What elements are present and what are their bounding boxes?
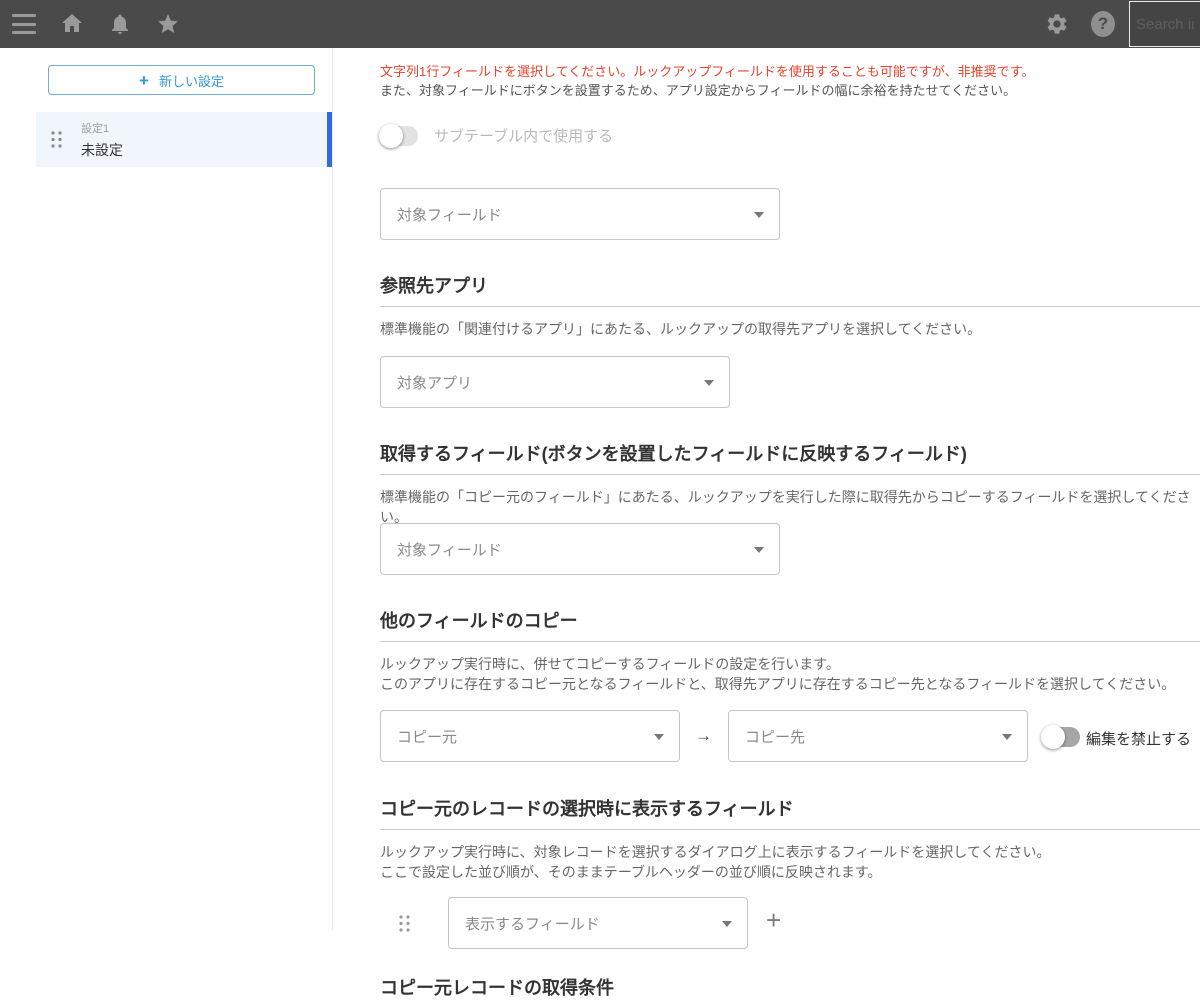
- star-icon[interactable]: [156, 12, 180, 36]
- get-field-placeholder: 対象フィールド: [397, 539, 502, 560]
- copy-mapping-row: コピー元 → コピー先 編集を禁止する: [380, 710, 1200, 762]
- copy-from-dropdown[interactable]: コピー元: [380, 710, 680, 762]
- chevron-down-icon: [754, 547, 764, 553]
- note-text: また、対象フィールドにボタンを設置するため、アプリ設定からフィールドの幅に余裕を…: [380, 81, 1200, 100]
- display-field-dropdown[interactable]: 表示するフィールド: [448, 897, 748, 949]
- section-title-display-fields: コピー元のレコードの選択時に表示するフィールド: [380, 798, 1200, 830]
- display-fields-desc-line2: ここで設定した並び順が、そのままテーブルヘッダーの並び順に反映されます。: [380, 864, 881, 880]
- target-field-dropdown[interactable]: 対象フィールド: [380, 188, 780, 240]
- copy-to-placeholder: コピー先: [745, 726, 805, 747]
- topbar-right-group: ?: [1045, 0, 1200, 48]
- section-title-fetch-condition: コピー元レコードの取得条件: [380, 977, 1200, 1000]
- target-field-placeholder: 対象フィールド: [397, 204, 502, 225]
- subtable-toggle-row: サブテーブル内で使用する: [380, 125, 613, 146]
- copy-others-desc-line2: このアプリに存在するコピー元となるフィールドと、取得先アプリに存在するコピー先と…: [380, 676, 1175, 692]
- get-field-dropdown[interactable]: 対象フィールド: [380, 523, 780, 575]
- bell-icon[interactable]: [108, 12, 132, 36]
- sidebar-divider: [332, 48, 333, 930]
- drag-handle-icon[interactable]: [50, 130, 63, 149]
- prohibit-edit-label: 編集を禁止する: [1086, 728, 1191, 749]
- ref-app-description: 標準機能の「関連付けるアプリ」にあたる、ルックアップの取得先アプリを選択してくだ…: [380, 319, 1200, 339]
- right-arrow-icon: →: [695, 726, 712, 746]
- get-field-description: 標準機能の「コピー元のフィールド」にあたる、ルックアップを実行した際に取得先から…: [380, 487, 1200, 527]
- plus-icon: +: [139, 72, 149, 89]
- chevron-down-icon: [654, 734, 664, 740]
- chevron-down-icon: [704, 380, 714, 386]
- hamburger-icon: [12, 14, 36, 34]
- question-mark-glyph: ?: [1091, 11, 1115, 37]
- chevron-down-icon: [754, 212, 764, 218]
- section-title-ref-app: 参照先アプリ: [380, 275, 1200, 307]
- sidebar-item-setting1[interactable]: 設定1 未設定: [36, 112, 332, 167]
- setting-name: 設定1: [81, 120, 123, 136]
- settings-sidebar: + 新しい設定 設定1 未設定: [0, 48, 332, 1000]
- search-input[interactable]: [1129, 1, 1200, 47]
- display-fields-description: ルックアップ実行時に、対象レコードを選択するダイアログ上に表示するフィールドを選…: [380, 842, 1200, 882]
- display-fields-desc-line1: ルックアップ実行時に、対象レコードを選択するダイアログ上に表示するフィールドを選…: [380, 844, 1050, 860]
- copy-from-placeholder: コピー元: [397, 726, 457, 747]
- home-icon[interactable]: [60, 12, 84, 36]
- menu-icon[interactable]: [12, 12, 36, 36]
- chevron-down-icon: [1002, 734, 1012, 740]
- gear-icon[interactable]: [1045, 12, 1069, 36]
- copy-to-dropdown[interactable]: コピー先: [728, 710, 1028, 762]
- target-app-placeholder: 対象アプリ: [397, 372, 472, 393]
- target-app-dropdown[interactable]: 対象アプリ: [380, 356, 730, 408]
- display-field-row: 表示するフィールド +: [380, 897, 1200, 949]
- warning-text: 文字列1行フィールドを選択してください。ルックアップフィールドを使用することも可…: [380, 62, 1200, 81]
- add-setting-label: 新しい設定: [159, 71, 224, 90]
- drag-handle-icon[interactable]: [398, 914, 411, 933]
- prohibit-edit-toggle[interactable]: [1042, 727, 1080, 747]
- display-field-placeholder: 表示するフィールド: [465, 913, 600, 934]
- field-selection-notice: 文字列1行フィールドを選択してください。ルックアップフィールドを使用することも可…: [380, 62, 1200, 100]
- setting-value: 未設定: [81, 140, 123, 160]
- chevron-down-icon: [722, 921, 732, 927]
- subtable-toggle[interactable]: [380, 126, 418, 146]
- add-display-field-button[interactable]: +: [766, 907, 781, 933]
- copy-others-desc-line1: ルックアップ実行時に、併せてコピーするフィールドの設定を行います。: [380, 656, 840, 672]
- copy-others-description: ルックアップ実行時に、併せてコピーするフィールドの設定を行います。 このアプリに…: [380, 654, 1200, 694]
- section-title-copy-others: 他のフィールドのコピー: [380, 610, 1200, 642]
- subtable-toggle-label: サブテーブル内で使用する: [434, 125, 613, 146]
- help-icon[interactable]: ?: [1091, 12, 1115, 36]
- plugin-settings-page: ? + 新しい設定 設定1 未設定: [0, 0, 1200, 1000]
- add-setting-button[interactable]: + 新しい設定: [48, 65, 315, 95]
- section-title-get-field: 取得するフィールド(ボタンを設置したフィールドに反映するフィールド): [380, 443, 1200, 475]
- settings-main-panel: 文字列1行フィールドを選択してください。ルックアップフィールドを使用することも可…: [380, 48, 1200, 1000]
- top-navigation-bar: ?: [0, 0, 1200, 48]
- sidebar-item-text: 設定1 未設定: [81, 120, 123, 160]
